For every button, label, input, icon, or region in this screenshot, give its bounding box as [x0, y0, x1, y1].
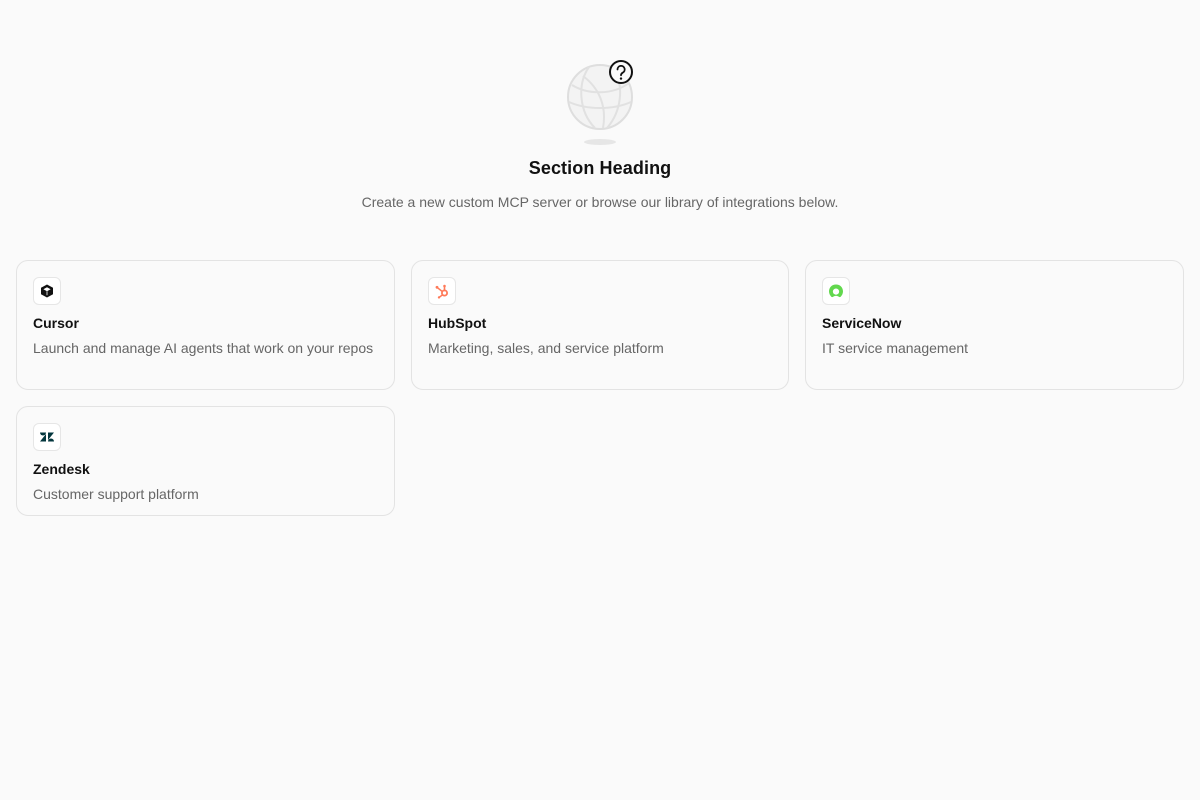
globe-question-icon [567, 60, 633, 145]
zendesk-z-icon [40, 432, 54, 442]
integration-description: Launch and manage AI agents that work on… [33, 340, 374, 356]
globe-question-illustration [563, 58, 639, 150]
zendesk-logo [33, 423, 61, 451]
integration-card-hubspot[interactable]: HubSpot Marketing, sales, and service pl… [411, 260, 789, 390]
integration-description: IT service management [822, 340, 969, 356]
cursor-cube-icon [41, 284, 53, 298]
integration-title: Zendesk [33, 461, 90, 477]
servicenow-ring-icon [829, 284, 843, 298]
integration-title: HubSpot [428, 315, 487, 331]
integration-card-servicenow[interactable]: ServiceNow IT service management [805, 260, 1184, 390]
section-heading: Section Heading [528, 158, 672, 178]
section-subheading: Create a new custom MCP server or browse… [361, 194, 839, 210]
hubspot-logo [428, 277, 456, 305]
hubspot-sprocket-icon [435, 284, 448, 299]
integration-card-zendesk[interactable]: Zendesk Customer support platform [16, 406, 395, 516]
integration-description: Customer support platform [33, 486, 199, 502]
empty-state-hero: Section Heading Create a new custom MCP … [0, 0, 1200, 230]
integration-title: ServiceNow [822, 315, 902, 331]
integration-card-cursor[interactable]: Cursor Launch and manage AI agents that … [16, 260, 395, 390]
integration-title: Cursor [33, 315, 79, 331]
integration-description: Marketing, sales, and service platform [428, 340, 664, 356]
servicenow-logo [822, 277, 850, 305]
cursor-logo [33, 277, 61, 305]
